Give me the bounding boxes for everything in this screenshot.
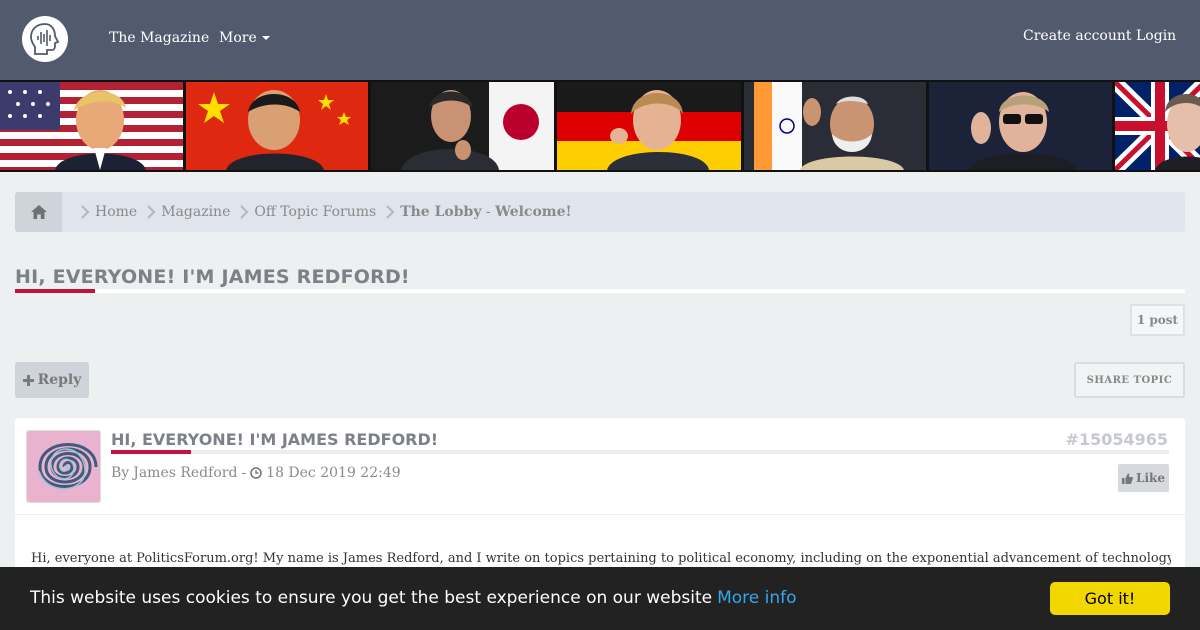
banner-panel-japan xyxy=(371,82,554,170)
breadcrumb-trail: Home Magazine Off Topic Forums The Lobby… xyxy=(71,192,572,232)
cookie-message: This website uses cookies to ensure you … xyxy=(30,588,797,608)
post-count-badge: 1 post xyxy=(1130,304,1185,336)
banner-panel-india xyxy=(744,82,926,170)
banner-panel-germany xyxy=(557,82,741,170)
thumbs-up-icon xyxy=(1122,473,1134,484)
spiral-avatar-image xyxy=(27,431,100,502)
like-button[interactable]: Like xyxy=(1118,464,1169,492)
breadcrumb-item-current[interactable]: The Lobby - Welcome! xyxy=(376,204,572,220)
plus-icon xyxy=(22,374,34,386)
title-underline xyxy=(15,289,1185,293)
cookie-accept-button[interactable]: Got it! xyxy=(1050,582,1170,615)
post-date: 18 Dec 2019 22:49 xyxy=(266,465,401,481)
chevron-right-icon xyxy=(147,205,156,219)
breadcrumb-item-home[interactable]: Home xyxy=(71,204,137,220)
breadcrumb-item-off-topic[interactable]: Off Topic Forums xyxy=(230,204,376,220)
nav-magazine-link[interactable]: The Magazine xyxy=(109,30,209,46)
page-title: HI, EVERYONE! I'M JAMES REDFORD! xyxy=(15,266,410,288)
caret-down-icon xyxy=(261,36,270,40)
breadcrumb-label: Magazine xyxy=(161,204,231,220)
reply-button-label: Reply xyxy=(37,372,82,388)
post-permalink[interactable]: #15054965 xyxy=(1066,430,1168,449)
post-meta-separator: - xyxy=(241,465,247,481)
post-title-underline-accent xyxy=(111,450,191,454)
banner-panel-china xyxy=(186,82,368,170)
post-body: Hi, everyone at PoliticsForum.org! My na… xyxy=(31,551,1171,566)
reply-button[interactable]: Reply xyxy=(15,362,89,398)
cookie-more-info-link[interactable]: More info xyxy=(717,588,796,608)
post-title[interactable]: HI, EVERYONE! I'M JAMES REDFORD! xyxy=(111,430,438,449)
login-link[interactable]: Login xyxy=(1136,28,1176,44)
post-divider xyxy=(15,514,1185,515)
share-topic-button[interactable]: SHARE TOPIC xyxy=(1074,362,1185,398)
site-logo[interactable] xyxy=(22,16,68,62)
banner-panel-uk xyxy=(1115,82,1200,170)
breadcrumb: Home Magazine Off Topic Forums The Lobby… xyxy=(15,192,1185,232)
breadcrumb-item-magazine[interactable]: Magazine xyxy=(137,204,230,220)
breadcrumb-current-main: The Lobby xyxy=(400,204,482,220)
clock-icon xyxy=(250,467,262,479)
chevron-right-icon xyxy=(386,205,395,219)
post-by-label: By xyxy=(111,465,130,481)
home-icon xyxy=(30,205,47,219)
post-title-underline xyxy=(111,450,1169,454)
banner-panel-usa xyxy=(0,82,183,170)
like-button-label: Like xyxy=(1136,471,1165,485)
nav-more-label: More xyxy=(219,30,257,46)
top-navbar: The Magazine More Create account Login xyxy=(0,0,1200,80)
post-meta: By James Redford - 18 Dec 2019 22:49 xyxy=(111,465,401,481)
header-banner xyxy=(0,80,1200,172)
cookie-consent-bar: This website uses cookies to ensure you … xyxy=(0,567,1200,630)
breadcrumb-current-sub: Welcome! xyxy=(495,204,572,220)
breadcrumb-label: Off Topic Forums xyxy=(254,204,377,220)
title-underline-accent xyxy=(15,289,95,293)
chevron-right-icon xyxy=(81,205,90,219)
cookie-message-text: This website uses cookies to ensure you … xyxy=(30,588,713,608)
home-button[interactable] xyxy=(15,192,62,232)
create-account-link[interactable]: Create account xyxy=(1023,28,1132,44)
banner-panel-russia xyxy=(929,82,1112,170)
post-author-link[interactable]: James Redford xyxy=(133,465,237,481)
avatar[interactable] xyxy=(26,430,101,503)
chevron-right-icon xyxy=(240,205,249,219)
nav-more-dropdown[interactable]: More xyxy=(219,30,270,46)
head-soundwave-icon xyxy=(30,23,60,55)
breadcrumb-current-separator: - xyxy=(481,204,496,220)
breadcrumb-label: Home xyxy=(95,204,138,220)
